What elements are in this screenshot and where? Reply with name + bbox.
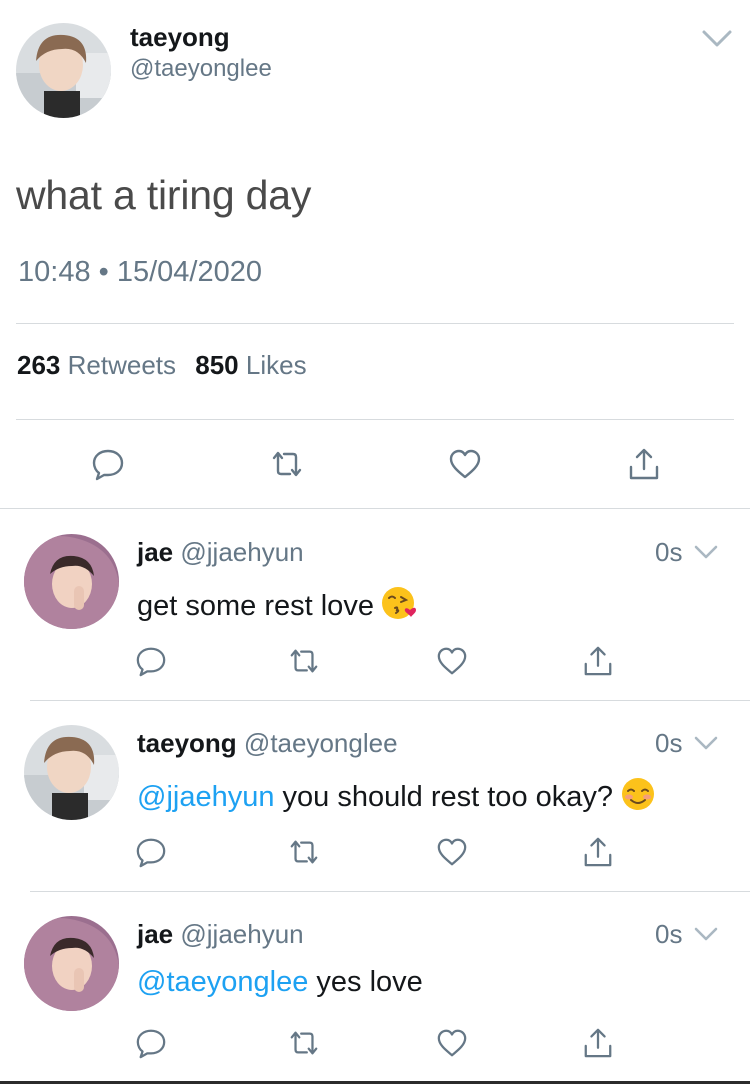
chevron-down-icon[interactable]: [700, 24, 734, 54]
reply-time: 0s: [655, 919, 683, 949]
tweet-stats: 263 Retweets 850 Likes: [17, 350, 319, 381]
reply-avatar-image: [24, 725, 119, 820]
retweets-count[interactable]: 263: [17, 350, 60, 380]
reply-body: you should rest too okay?: [274, 781, 614, 813]
reply-icon[interactable]: [135, 1027, 167, 1059]
reply-icon[interactable]: [135, 645, 167, 677]
reply-avatar[interactable]: [24, 534, 119, 629]
reply-mention[interactable]: @taeyonglee: [137, 966, 308, 998]
reply-icon[interactable]: [91, 447, 125, 481]
likes-count[interactable]: 850: [195, 350, 238, 380]
share-icon[interactable]: [582, 836, 614, 868]
reply-header: jae @jjaehyun: [137, 537, 304, 568]
author-name[interactable]: taeyong: [130, 22, 230, 53]
like-icon[interactable]: [436, 1027, 468, 1059]
reply-avatar-image: [24, 534, 119, 629]
retweet-icon[interactable]: [288, 645, 320, 677]
divider: [16, 323, 734, 324]
smiling-blush-emoji: [619, 775, 657, 813]
author-avatar-image: [16, 23, 111, 118]
divider: [0, 508, 750, 509]
reply-body: yes love: [308, 966, 423, 998]
reply-mention[interactable]: @jjaehyun: [137, 781, 274, 813]
like-icon[interactable]: [436, 645, 468, 677]
like-icon[interactable]: [448, 447, 482, 481]
reply-text: @jjaehyun you should rest too okay?: [137, 775, 657, 814]
chevron-down-icon[interactable]: [693, 542, 719, 562]
author-handle[interactable]: @taeyonglee: [130, 55, 272, 83]
reply-author-name[interactable]: taeyong: [137, 728, 237, 758]
reply-time: 0s: [655, 537, 683, 567]
divider: [16, 419, 734, 420]
chevron-down-icon[interactable]: [693, 733, 719, 753]
divider: [30, 891, 750, 892]
reply-author-handle[interactable]: @jjaehyun: [180, 919, 303, 949]
reply-body: get some rest love: [137, 590, 374, 622]
reply-avatar[interactable]: [24, 916, 119, 1011]
author-avatar[interactable]: [16, 23, 111, 118]
like-icon[interactable]: [436, 836, 468, 868]
reply-time: 0s: [655, 728, 683, 758]
retweet-icon[interactable]: [288, 836, 320, 868]
reply-header: taeyong @taeyonglee: [137, 728, 398, 759]
share-icon[interactable]: [582, 645, 614, 677]
reply-avatar[interactable]: [24, 725, 119, 820]
share-icon[interactable]: [627, 447, 661, 481]
likes-label[interactable]: Likes: [246, 350, 307, 380]
reply-text: @taeyonglee yes love: [137, 966, 423, 999]
retweet-icon[interactable]: [288, 1027, 320, 1059]
retweet-icon[interactable]: [270, 447, 304, 481]
retweets-label[interactable]: Retweets: [68, 350, 176, 380]
kissing-face-heart-emoji: [380, 584, 418, 622]
tweet-timestamp: 10:48 • 15/04/2020: [18, 256, 262, 288]
divider: [30, 700, 750, 701]
reply-header: jae @jjaehyun: [137, 919, 304, 950]
reply-avatar-image: [24, 916, 119, 1011]
share-icon[interactable]: [582, 1027, 614, 1059]
chevron-down-icon[interactable]: [693, 924, 719, 944]
reply-author-handle[interactable]: @taeyonglee: [244, 728, 398, 758]
reply-author-name[interactable]: jae: [137, 919, 173, 949]
tweet-text: what a tiring day: [16, 172, 312, 218]
reply-icon[interactable]: [135, 836, 167, 868]
reply-author-name[interactable]: jae: [137, 537, 173, 567]
reply-author-handle[interactable]: @jjaehyun: [180, 537, 303, 567]
reply-text: get some rest love: [137, 584, 418, 623]
